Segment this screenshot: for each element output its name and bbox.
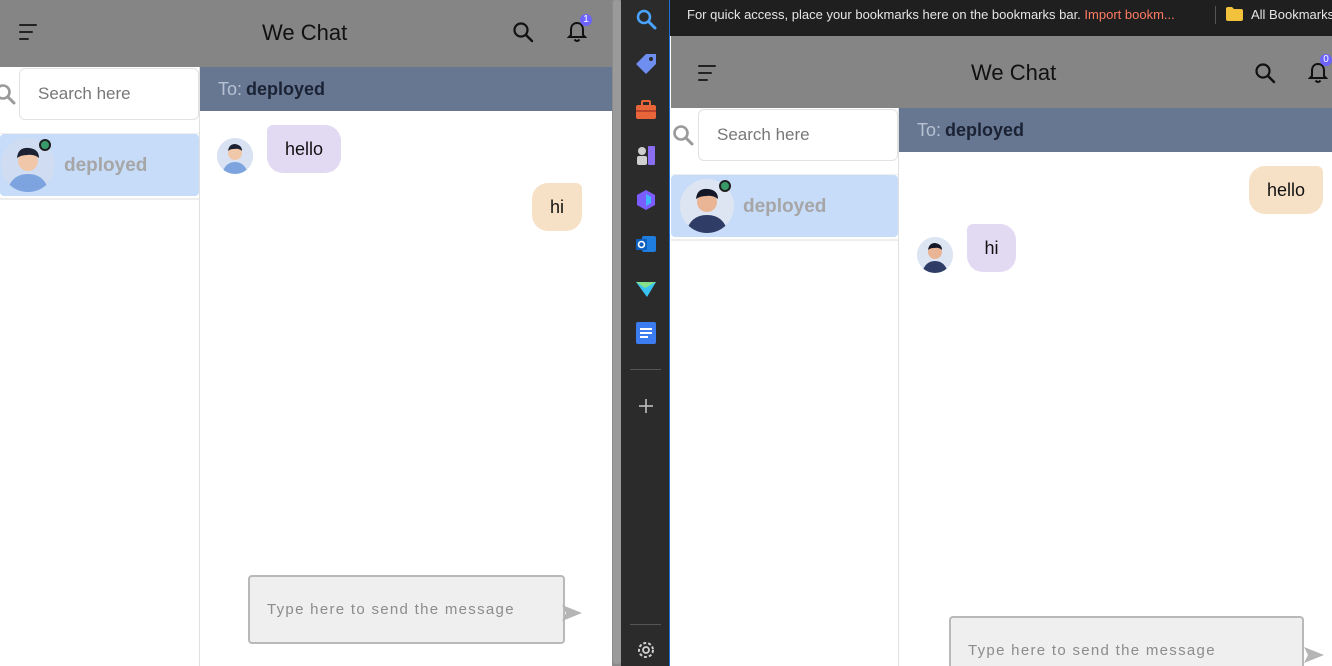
message-input[interactable]: Type here to send the message xyxy=(949,616,1304,666)
app-bar: We Chat 1 xyxy=(0,0,612,67)
tag-icon[interactable] xyxy=(635,53,657,75)
app-title: We Chat xyxy=(262,20,348,45)
notification-badge: 0 xyxy=(1320,54,1332,66)
message-bubble-outgoing: hello xyxy=(1249,166,1323,214)
contact-item-deployed[interactable]: deployed xyxy=(0,134,199,196)
search-icon[interactable] xyxy=(1254,62,1276,84)
message-input[interactable]: Type here to send the message xyxy=(248,575,565,644)
message-avatar xyxy=(917,237,953,273)
settings-icon[interactable] xyxy=(635,639,657,661)
screen: We Chat 1 Search here deployed To: deplo… xyxy=(0,0,1332,666)
recipient-bar: To: deployed xyxy=(200,67,612,111)
scrollbar-thumb[interactable] xyxy=(613,0,621,664)
search-input[interactable]: Search here xyxy=(698,109,898,161)
briefcase-icon[interactable] xyxy=(635,99,657,121)
to-label: To: xyxy=(218,78,243,99)
outlook-icon[interactable] xyxy=(635,233,657,255)
send-icon[interactable] xyxy=(561,604,583,622)
menu-icon[interactable] xyxy=(698,65,718,81)
menu-icon[interactable] xyxy=(19,24,39,40)
app-title: We Chat xyxy=(971,60,1057,85)
search-icon[interactable] xyxy=(635,8,657,30)
folder-icon xyxy=(1226,7,1243,21)
right-chat-app: We Chat 0 Search here deployed To: deplo… xyxy=(671,36,1332,666)
message-bubble-incoming: hello xyxy=(267,125,341,173)
message-bubble-incoming: hi xyxy=(967,224,1016,272)
recipient-name: deployed xyxy=(246,78,326,99)
paper-plane-icon[interactable] xyxy=(635,278,657,300)
contact-item-deployed[interactable]: deployed xyxy=(671,175,898,237)
contact-name: deployed xyxy=(743,196,827,217)
bookmarks-prompt: For quick access, place your bookmarks h… xyxy=(687,7,1081,22)
bookmarks-bar: For quick access, place your bookmarks h… xyxy=(670,0,1332,36)
browser-sidebar xyxy=(621,0,670,666)
contacts-sidebar: Search here deployed xyxy=(0,67,200,666)
add-icon[interactable] xyxy=(635,395,657,417)
chat-panel: To: deployed hello hi Type here to send … xyxy=(200,67,612,666)
contact-name: deployed xyxy=(64,155,148,176)
divider xyxy=(1215,6,1216,24)
chat-panel: To: deployed hello hi Type here to send … xyxy=(899,108,1332,666)
app-bar: We Chat 0 xyxy=(671,36,1332,108)
contacts-sidebar: Search here deployed xyxy=(671,108,899,666)
docs-icon[interactable] xyxy=(635,322,657,344)
search-icon xyxy=(673,125,694,146)
online-status-dot xyxy=(39,139,51,151)
contact-search-row: Search here xyxy=(0,67,199,134)
copilot-icon[interactable] xyxy=(635,189,657,211)
online-status-dot xyxy=(719,180,731,192)
left-chat-app: We Chat 1 Search here deployed To: deplo… xyxy=(0,0,612,666)
notification-badge: 1 xyxy=(580,14,592,26)
message-avatar xyxy=(217,138,253,174)
search-icon[interactable] xyxy=(512,21,534,43)
sidebar-divider xyxy=(630,369,661,370)
sidebar-divider xyxy=(630,624,661,625)
contact-search-row: Search here xyxy=(671,108,898,175)
divider xyxy=(0,198,199,200)
search-input[interactable]: Search here xyxy=(19,68,199,120)
bookmarks-hint: For quick access, place your bookmarks h… xyxy=(687,7,1175,22)
recipient-bar: To: deployed xyxy=(899,108,1332,152)
all-bookmarks-button[interactable]: All Bookmarks xyxy=(1251,7,1332,22)
to-label: To: xyxy=(917,119,942,140)
import-bookmarks-link[interactable]: Import bookm... xyxy=(1084,7,1174,22)
message-bubble-outgoing: hi xyxy=(532,183,582,231)
send-icon[interactable] xyxy=(1303,646,1325,664)
divider xyxy=(671,239,898,241)
recipient-name: deployed xyxy=(945,119,1025,140)
search-icon xyxy=(0,84,16,105)
chess-icon[interactable] xyxy=(635,144,657,166)
